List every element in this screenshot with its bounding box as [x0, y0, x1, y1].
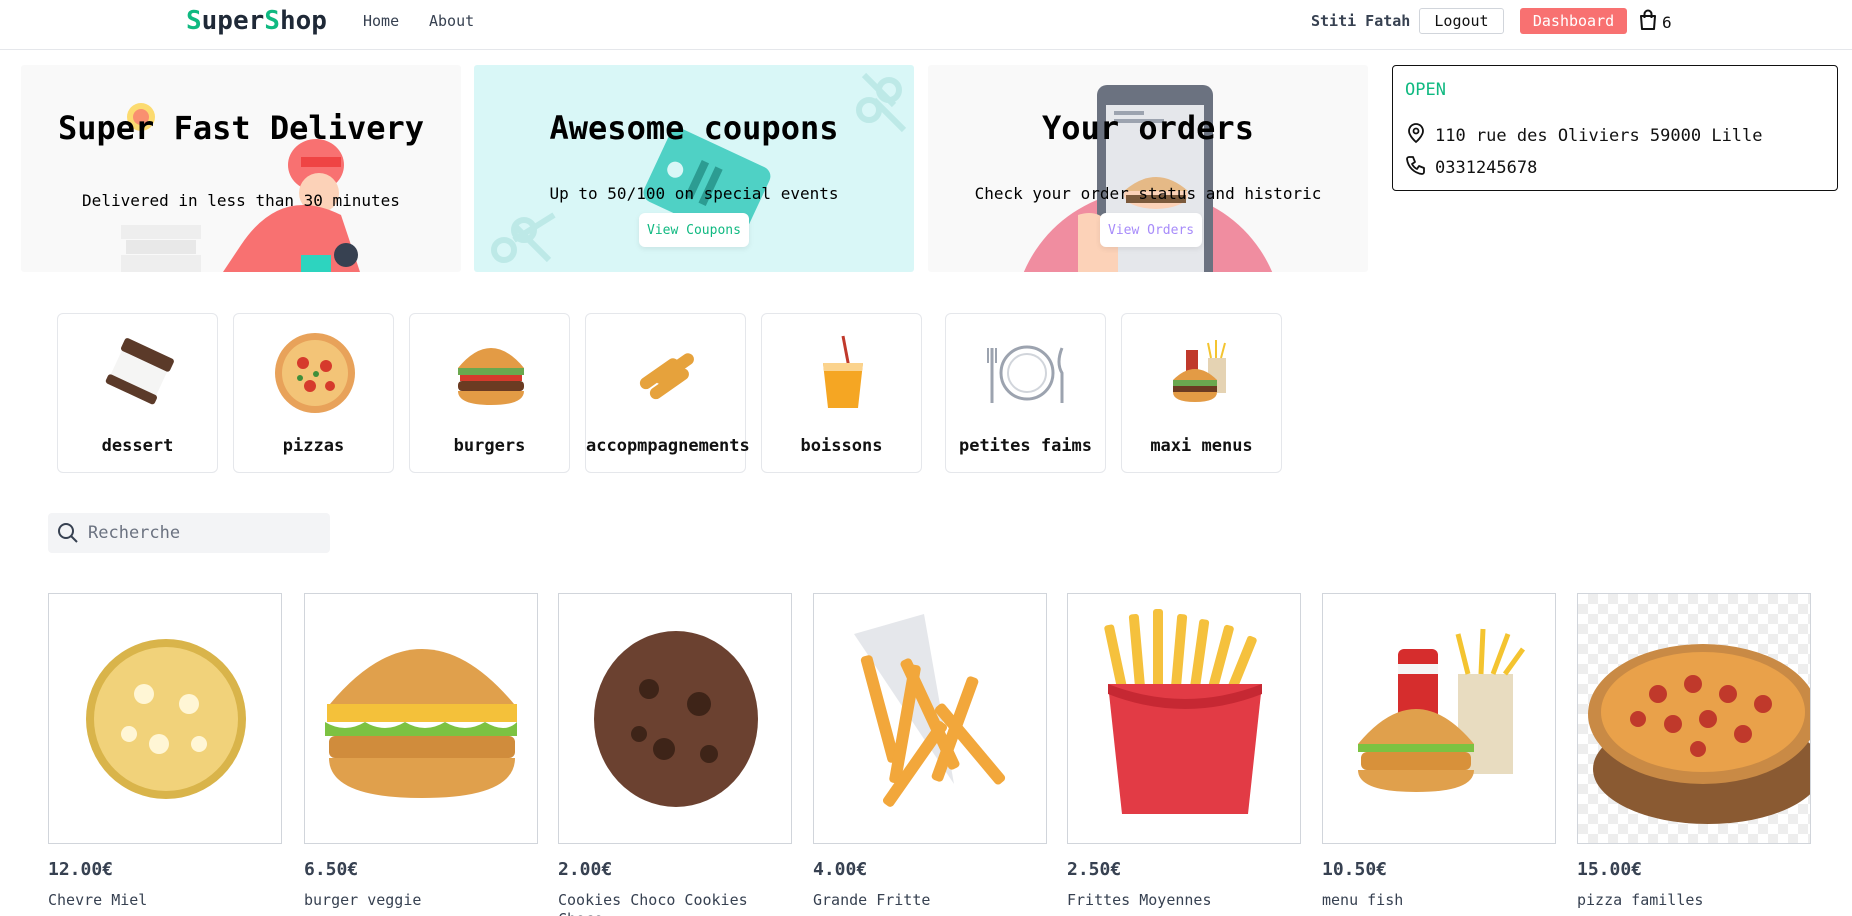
product-card[interactable]: 6.50€ burger veggie: [304, 593, 538, 916]
pizza-icon: [275, 333, 355, 413]
category-label: boissons: [800, 436, 883, 456]
hero-subtitle: Up to 50/100 on special events: [549, 184, 839, 203]
hero-subtitle: Check your order status and historic: [974, 184, 1322, 203]
nav-home-link[interactable]: Home: [363, 12, 399, 30]
product-name: pizza familles: [1577, 891, 1704, 909]
product-card[interactable]: 4.00€ Grande Fritte: [813, 593, 1047, 916]
product-name: burger veggie: [304, 891, 422, 909]
product-name: Frittes Moyennes: [1067, 891, 1212, 909]
hero-card-delivery: Super Fast Delivery Delivered in less th…: [21, 65, 461, 272]
plate-cutlery-icon: [987, 345, 1064, 403]
product-price: 6.50€: [304, 859, 359, 880]
product-image[interactable]: [558, 593, 792, 844]
category-label: dessert: [101, 436, 174, 456]
mozzarella-sticks-icon: [639, 353, 694, 400]
logout-button[interactable]: Logout: [1419, 8, 1504, 34]
product-card[interactable]: 2.50€ Frittes Moyennes: [1067, 593, 1301, 916]
product-name: Chevre Miel: [48, 891, 148, 909]
category-label: burgers: [453, 436, 526, 456]
burger-icon: [458, 348, 524, 405]
product-image[interactable]: [1322, 593, 1556, 844]
search-input[interactable]: [88, 523, 308, 543]
product-name: menu fish: [1322, 891, 1404, 909]
user-name: Stiti Fatah: [1311, 12, 1411, 30]
product-image[interactable]: [48, 593, 282, 844]
category-card-burgers[interactable]: burgers: [409, 313, 570, 473]
product-card[interactable]: 10.50€ menu fish: [1322, 593, 1556, 916]
shop-status: OPEN: [1405, 80, 1446, 100]
search-icon: [56, 521, 80, 545]
hero-title: Your orders: [1042, 109, 1254, 147]
product-card[interactable]: 15.00€ pizza familles: [1577, 593, 1811, 916]
logo[interactable]: SuperShop: [186, 6, 327, 36]
pizza-family-image: [1588, 644, 1810, 824]
product-name: Cookies Choco Cookies Choco: [558, 891, 748, 916]
view-coupons-button[interactable]: View Coupons: [639, 213, 749, 247]
hero-card-coupons: Awesome coupons Up to 50/100 on special …: [474, 65, 914, 272]
shop-address: 110 rue des Oliviers 59000 Lille: [1435, 125, 1763, 146]
shop-info-box: OPEN 110 rue des Oliviers 59000 Lille 03…: [1392, 65, 1838, 191]
category-card-accompagnements[interactable]: accopmpagnements: [585, 313, 750, 473]
phone-icon: [1405, 154, 1427, 181]
product-card[interactable]: 2.00€ Cookies Choco Cookies Choco: [558, 593, 792, 916]
logo-first-letter: S: [186, 6, 202, 36]
category-card-maxi-menus[interactable]: maxi menus: [1121, 313, 1282, 473]
ice-cream-sandwich-icon: [105, 338, 174, 405]
product-image[interactable]: [1067, 593, 1301, 844]
category-label: accopmpagnements: [586, 436, 750, 456]
hero-subtitle: Delivered in less than 30 minutes: [82, 191, 400, 210]
product-name: Grande Fritte: [813, 891, 931, 909]
category-label: pizzas: [282, 436, 345, 456]
category-card-pizzas[interactable]: pizzas: [233, 313, 394, 473]
nav-about-link[interactable]: About: [429, 12, 474, 30]
product-image[interactable]: [813, 593, 1047, 844]
category-card-dessert[interactable]: dessert: [57, 313, 218, 473]
product-card[interactable]: 12.00€ Chevre Miel: [48, 593, 282, 916]
product-price: 2.00€: [558, 859, 613, 880]
hero-card-orders: Your orders Check your order status and …: [928, 65, 1368, 272]
product-price: 15.00€: [1577, 859, 1643, 880]
product-price: 2.50€: [1067, 859, 1122, 880]
shop-address-row: 110 rue des Oliviers 59000 Lille: [1405, 122, 1763, 149]
logo-rest-1: uper: [201, 6, 265, 36]
product-image[interactable]: [304, 593, 538, 844]
shop-phone-row: 0331245678: [1405, 154, 1537, 181]
category-card-boissons[interactable]: boissons: [761, 313, 922, 473]
delivery-illustration: [121, 103, 360, 272]
top-navbar: SuperShop Home About Stiti Fatah Logout …: [0, 0, 1852, 50]
drink-icon: [823, 335, 863, 408]
burger-veggie-image: [325, 649, 517, 798]
view-orders-button[interactable]: View Orders: [1100, 213, 1203, 247]
map-pin-icon: [1405, 122, 1427, 149]
logo-second-letter: S: [264, 6, 280, 36]
product-price: 4.00€: [813, 859, 868, 880]
category-label: petites faims: [958, 436, 1093, 456]
cart-button[interactable]: 6: [1638, 9, 1672, 35]
hero-title: Super Fast Delivery: [57, 109, 425, 147]
logo-rest-2: hop: [279, 6, 327, 36]
cart-count: 6: [1662, 12, 1672, 32]
cookie-image: [594, 631, 758, 807]
shopping-bag-icon: [1638, 9, 1658, 35]
menu-combo-icon: [1173, 340, 1226, 402]
dashboard-button[interactable]: Dashboard: [1520, 8, 1627, 34]
search-bar: [48, 513, 330, 553]
fries-cone-image: [854, 614, 1006, 807]
menu-fish-image: [1358, 628, 1526, 792]
pizza-chevre-image: [86, 639, 246, 799]
product-price: 12.00€: [48, 859, 114, 880]
shop-phone: 0331245678: [1435, 157, 1538, 178]
category-label: maxi menus: [1150, 436, 1253, 456]
product-image[interactable]: [1577, 593, 1811, 844]
category-card-petites-faims[interactable]: petites faims: [945, 313, 1106, 473]
fries-box-image: [1104, 609, 1262, 814]
hero-title: Awesome coupons: [549, 109, 839, 147]
product-price: 10.50€: [1322, 859, 1388, 880]
